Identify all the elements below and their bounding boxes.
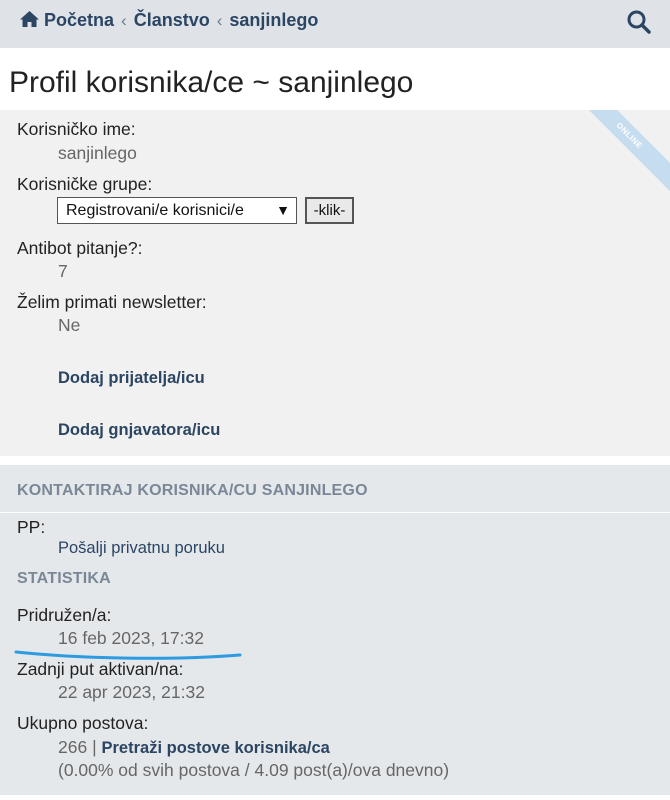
search-posts-link[interactable]: Pretraži postove korisnika/ca bbox=[102, 739, 330, 757]
joined-label: Pridružen/a: bbox=[17, 605, 112, 625]
username-value: sanjinlego bbox=[58, 143, 137, 163]
breadcrumb-membership[interactable]: Članstvo bbox=[134, 10, 210, 30]
groups-go-button[interactable]: -klik- bbox=[305, 197, 354, 224]
profile-panel: ONLINE Korisničko ime: sanjinlego Korisn… bbox=[0, 110, 670, 456]
stats-heading: STATISTIKA bbox=[17, 570, 111, 587]
newsletter-value: Ne bbox=[58, 315, 81, 335]
last-active-label: Zadnji put aktivan/na: bbox=[17, 659, 184, 679]
posts-separator: | bbox=[92, 737, 97, 757]
posts-label: Ukupno postova: bbox=[17, 713, 149, 733]
pm-label: PP: bbox=[17, 517, 46, 537]
breadcrumb-separator-icon: ‹ bbox=[121, 11, 127, 30]
posts-count: 266 bbox=[58, 737, 88, 757]
add-friend-link[interactable]: Dodaj prijatelja/icu bbox=[58, 369, 205, 388]
breadcrumb-home[interactable]: Početna bbox=[44, 10, 114, 30]
top-bar: Početna ‹ Članstvo ‹ sanjinlego bbox=[0, 0, 670, 48]
posts-detail: (0.00% od svih postova / 4.09 post(a)/ov… bbox=[58, 760, 450, 780]
section-divider bbox=[0, 512, 670, 513]
username-label: Korisničko ime: bbox=[17, 119, 136, 139]
search-icon[interactable] bbox=[626, 9, 652, 35]
groups-select[interactable]: Registrovani/e korisnici/e ▼ bbox=[57, 197, 297, 224]
antibot-value: 7 bbox=[58, 261, 68, 281]
page-title: Profil korisnika/ce ~ sanjinlego bbox=[9, 66, 414, 99]
online-badge: ONLINE bbox=[568, 110, 670, 197]
groups-selected-value: Registrovani/e korisnici/e bbox=[66, 202, 244, 219]
contact-heading: KONTAKTIRAJ KORISNIKA/CU SANJINLEGO bbox=[17, 482, 368, 499]
dropdown-arrow-icon: ▼ bbox=[276, 202, 290, 218]
home-icon[interactable] bbox=[19, 10, 40, 33]
posts-line: 266 | Pretraži postove korisnika/ca bbox=[58, 737, 330, 758]
newsletter-label: Želim primati newsletter: bbox=[17, 292, 207, 312]
breadcrumb-separator-icon: ‹ bbox=[216, 11, 223, 30]
breadcrumb-user[interactable]: sanjinlego bbox=[229, 10, 318, 30]
joined-value: 16 feb 2023, 17:32 bbox=[58, 628, 204, 648]
send-pm-link[interactable]: Pošalji privatnu poruku bbox=[58, 539, 225, 558]
antibot-label: Antibot pitanje?: bbox=[17, 238, 143, 258]
breadcrumb: Početna ‹ Članstvo ‹ sanjinlego bbox=[19, 10, 318, 33]
add-foe-link[interactable]: Dodaj gnjavatora/icu bbox=[58, 421, 220, 440]
last-active-value: 22 apr 2023, 21:32 bbox=[58, 682, 205, 702]
groups-label: Korisničke grupe: bbox=[17, 174, 153, 194]
